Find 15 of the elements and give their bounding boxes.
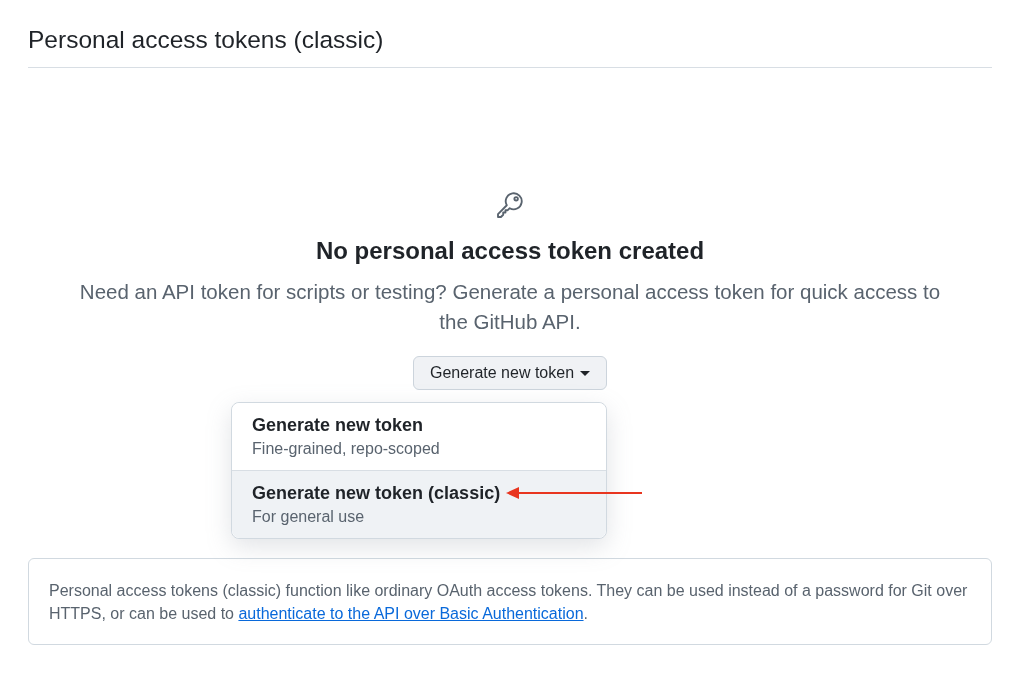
key-icon (494, 189, 526, 221)
menu-item-title: Generate new token (classic) (252, 482, 501, 505)
annotation-arrow-icon (506, 487, 643, 499)
caret-icon (580, 370, 591, 376)
menu-item-subtitle: Fine-grained, repo-scoped (252, 439, 440, 459)
api-auth-link[interactable]: authenticate to the API over Basic Authentication (238, 605, 584, 622)
generate-token-button[interactable]: Generate new token (412, 356, 608, 390)
menu-item[interactable]: Generate new token (classic) For general use (232, 470, 607, 538)
menu-item-subtitle: For general use (252, 507, 365, 527)
info-text: Personal access tokens (classic) function like ordinary OAuth access tokens. They can be used instead of a password for Git over HTTPS, or can be used to authenticate to the API over Basic Authentication. (49, 581, 969, 624)
menu-item-title: Generate new token (252, 414, 424, 437)
page-title: Personal access tokens (classic) (28, 25, 385, 55)
menu-item[interactable]: Generate new token Fine-grained, repo-scoped (232, 403, 607, 470)
empty-state-heading: No personal access token created (315, 236, 705, 266)
empty-state-description: Need an API token for scripts or testing? Generate a personal access token for quick access to the GitHub API. (78, 279, 942, 335)
